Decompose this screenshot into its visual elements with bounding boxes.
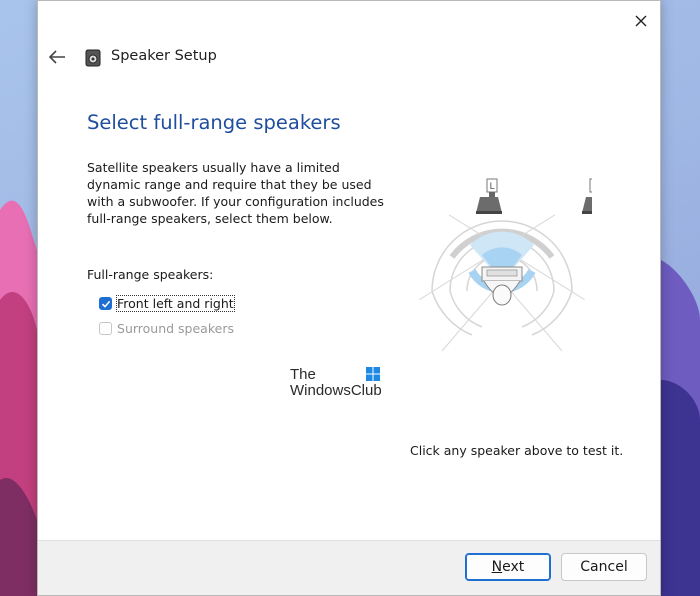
front-left-right-label[interactable]: Front left and right xyxy=(116,295,235,312)
close-button[interactable] xyxy=(629,9,653,33)
page-title: Select full-range speakers xyxy=(87,111,341,134)
close-icon xyxy=(635,15,647,27)
watermark: The WindowsClub xyxy=(290,367,382,399)
watermark-line-2: WindowsClub xyxy=(290,382,382,399)
back-arrow-icon xyxy=(48,50,65,64)
window-title: Speaker Setup xyxy=(111,48,217,64)
surround-speakers-label: Surround speakers xyxy=(117,321,234,336)
left-speaker-icon[interactable]: L xyxy=(476,178,502,214)
surround-speakers-checkbox xyxy=(99,322,112,335)
checkmark-icon xyxy=(101,300,110,308)
left-speaker-label: L xyxy=(489,182,494,192)
full-range-group-label: Full-range speakers: xyxy=(87,267,214,282)
dialog-footer: Next Cancel xyxy=(38,540,660,595)
surround-speakers-checkbox-row: Surround speakers xyxy=(99,320,234,337)
cancel-button[interactable]: Cancel xyxy=(561,553,647,581)
speaker-setup-dialog: Speaker Setup Select full-range speakers… xyxy=(37,0,661,596)
test-speaker-hint: Click any speaker above to test it. xyxy=(410,443,624,458)
next-button-label: Next xyxy=(491,559,525,575)
cancel-button-label: Cancel xyxy=(580,559,628,575)
front-left-right-checkbox[interactable] xyxy=(99,297,112,310)
description-text: Satellite speakers usually have a limite… xyxy=(87,160,384,226)
speaker-diagram: L R xyxy=(419,178,592,352)
speaker-app-icon xyxy=(85,49,101,67)
next-button[interactable]: Next xyxy=(465,553,551,581)
front-left-right-checkbox-row[interactable]: Front left and right xyxy=(99,295,235,312)
windows-logo-icon xyxy=(366,367,380,381)
right-speaker-icon[interactable]: R xyxy=(582,178,592,214)
back-button[interactable] xyxy=(46,46,68,68)
